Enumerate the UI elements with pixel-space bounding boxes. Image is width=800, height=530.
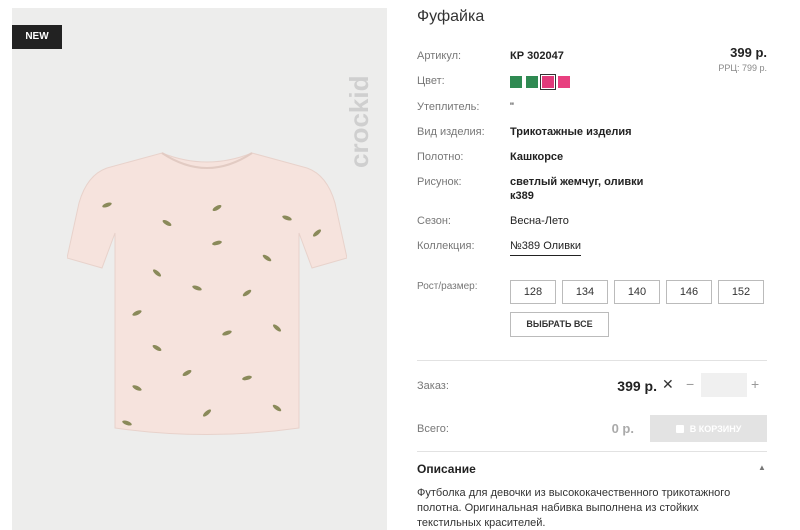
- size-option-140[interactable]: 140: [614, 280, 660, 304]
- fabric-label: Полотно:: [417, 151, 464, 163]
- color-swatch-green-1[interactable]: [510, 76, 522, 88]
- new-badge: NEW: [12, 25, 62, 49]
- collection-link-wrap: №389 Оливки: [510, 240, 582, 256]
- size-label: Рост/размер:: [417, 281, 478, 292]
- product-type-value: Трикотажные изделия: [510, 126, 632, 138]
- price: 399 р.: [730, 45, 767, 60]
- size-option-152[interactable]: 152: [718, 280, 764, 304]
- pattern-value: светлый жемчуг, оливки: [510, 176, 644, 188]
- product-title: Фуфайка: [417, 8, 485, 25]
- cart-bag-icon: [675, 424, 684, 433]
- color-label: Цвет:: [417, 75, 445, 87]
- add-to-cart-label: В КОРЗИНУ: [689, 423, 742, 434]
- article-label: Артикул:: [417, 50, 462, 62]
- divider: [417, 451, 767, 452]
- product-type-label: Вид изделия:: [417, 126, 485, 138]
- description-title[interactable]: Описание: [417, 462, 476, 476]
- add-to-cart-button[interactable]: В КОРЗИНУ: [650, 415, 767, 442]
- size-options: 128 134 140 146 152: [510, 280, 764, 304]
- total-label: Всего:: [417, 423, 449, 435]
- season-value: Весна-Лето: [510, 215, 569, 227]
- quantity-minus-button[interactable]: −: [686, 376, 694, 392]
- collection-label: Коллекция:: [417, 240, 475, 252]
- chevron-up-icon[interactable]: ▲: [758, 463, 766, 472]
- times-icon: ✕: [662, 376, 674, 392]
- insulation-label: Утеплитель:: [417, 101, 480, 113]
- order-price: 399 р.: [617, 378, 657, 394]
- description-text: Футболка для девочки из высококачественн…: [417, 487, 731, 529]
- quantity-plus-button[interactable]: +: [751, 376, 759, 392]
- season-label: Сезон:: [417, 215, 451, 227]
- collection-link[interactable]: №389 Оливки: [510, 240, 582, 256]
- color-swatch-pink-selected[interactable]: [540, 74, 556, 90]
- total-price: 0 р.: [611, 421, 634, 436]
- color-swatch-green-2[interactable]: [526, 76, 538, 88]
- product-image-panel: NEW crockid: [12, 8, 387, 530]
- order-label: Заказ:: [417, 380, 449, 392]
- color-swatch-pink[interactable]: [558, 76, 570, 88]
- color-swatches: [510, 74, 570, 90]
- product-shirt-image: [67, 152, 347, 435]
- article-value: КР 302047: [510, 50, 564, 62]
- size-option-134[interactable]: 134: [562, 280, 608, 304]
- pattern-value-line2: к389: [510, 190, 534, 202]
- size-option-146[interactable]: 146: [666, 280, 712, 304]
- brand-logo-text: crockid: [344, 76, 374, 169]
- pattern-label: Рисунок:: [417, 176, 462, 188]
- divider: [417, 360, 767, 361]
- size-option-128[interactable]: 128: [510, 280, 556, 304]
- price-rrp: РРЦ: 799 р.: [718, 63, 767, 73]
- fabric-value: Кашкорсе: [510, 151, 564, 163]
- quantity-input[interactable]: [701, 373, 747, 397]
- select-all-sizes-button[interactable]: ВЫБРАТЬ ВСЕ: [510, 312, 609, 337]
- insulation-value: ": [510, 101, 514, 113]
